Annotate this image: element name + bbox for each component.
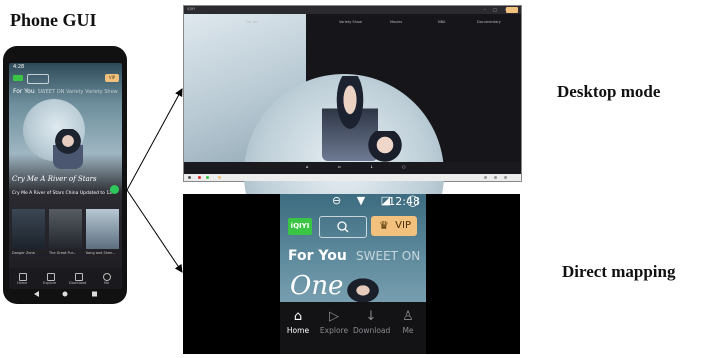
arrow-to-desktop (126, 88, 183, 191)
mapped-vip-label: VIP (395, 220, 411, 231)
desktop-bottom-nav: ⌂ ▫ ↓ ○ (184, 162, 521, 174)
desktop-app-title: iQIYI (187, 7, 195, 11)
mapped-hero-title: One (290, 271, 344, 301)
mapped-tab-for-you[interactable]: For You (288, 248, 347, 264)
tray-icon[interactable] (484, 176, 487, 179)
mapped-nav-download[interactable]: ↓ Download (353, 308, 391, 335)
explore-icon: ▷ (329, 309, 339, 324)
download-icon[interactable]: ↓ (370, 164, 373, 169)
taskbar-app-icon[interactable] (198, 176, 201, 179)
crown-icon: ♛ (379, 219, 389, 232)
mapped-nav-home[interactable]: ⌂ Home (280, 308, 316, 335)
desktop-menu-item[interactable]: For You (246, 20, 259, 24)
desktop-titlebar: iQIYI – □ × (184, 6, 521, 14)
mapped-bottom-nav: ⌂ Home ▷ Explore ↓ Download ♙ Me (280, 302, 426, 354)
mapped-nav-label: Download (353, 326, 391, 335)
arrow-to-mapping (126, 189, 183, 273)
desktop-menu-item[interactable]: Movies (390, 20, 402, 24)
home-icon: ⌂ (293, 309, 303, 324)
desktop-menu-item[interactable]: Documentary (477, 20, 501, 24)
mapped-phone-screen: ⊖ ▼ ◪ ◯ 12:48 iQIYI ♛ VIP For You SWEET … (280, 194, 426, 354)
taskbar-app-icon[interactable] (206, 176, 209, 179)
mapped-vip-button[interactable]: ♛ VIP (371, 216, 417, 236)
person-icon: ♙ (402, 309, 414, 324)
home-icon[interactable]: ⌂ (306, 164, 309, 169)
mapped-search-button[interactable] (319, 216, 367, 238)
desktop-window: iQIYI – □ × For You Variety Show Movies … (183, 5, 522, 274)
desktop-menu-item[interactable]: NBA (438, 20, 445, 24)
taskbar-app-icon[interactable] (218, 176, 221, 179)
desktop-vip-button[interactable] (506, 7, 518, 13)
desktop-taskbar (184, 174, 521, 181)
tray-icon[interactable] (494, 176, 497, 179)
mapped-nav-label: Home (286, 326, 310, 335)
person-icon[interactable]: ○ (402, 164, 406, 169)
start-icon[interactable] (188, 176, 191, 179)
mapped-nav-label: Explore (319, 326, 349, 335)
mapped-nav-me[interactable]: ♙ Me (390, 308, 426, 335)
tray-icon[interactable] (504, 176, 507, 179)
search-icon (337, 221, 349, 233)
mapped-status-bar: ⊖ ▼ ◪ ◯ 12:48 (280, 194, 426, 208)
download-icon: ↓ (365, 309, 377, 324)
mapped-status-time: 12:48 (388, 195, 420, 208)
explore-icon[interactable]: ▫ (338, 164, 341, 169)
mapped-logo[interactable]: iQIYI (288, 218, 312, 235)
mapped-nav-label: Me (402, 326, 414, 335)
mapped-nav-explore[interactable]: ▷ Explore (316, 308, 352, 335)
desktop-menu-item[interactable]: Variety Show (339, 20, 362, 24)
mapped-tab-sweet-on[interactable]: SWEET ON (356, 249, 420, 263)
